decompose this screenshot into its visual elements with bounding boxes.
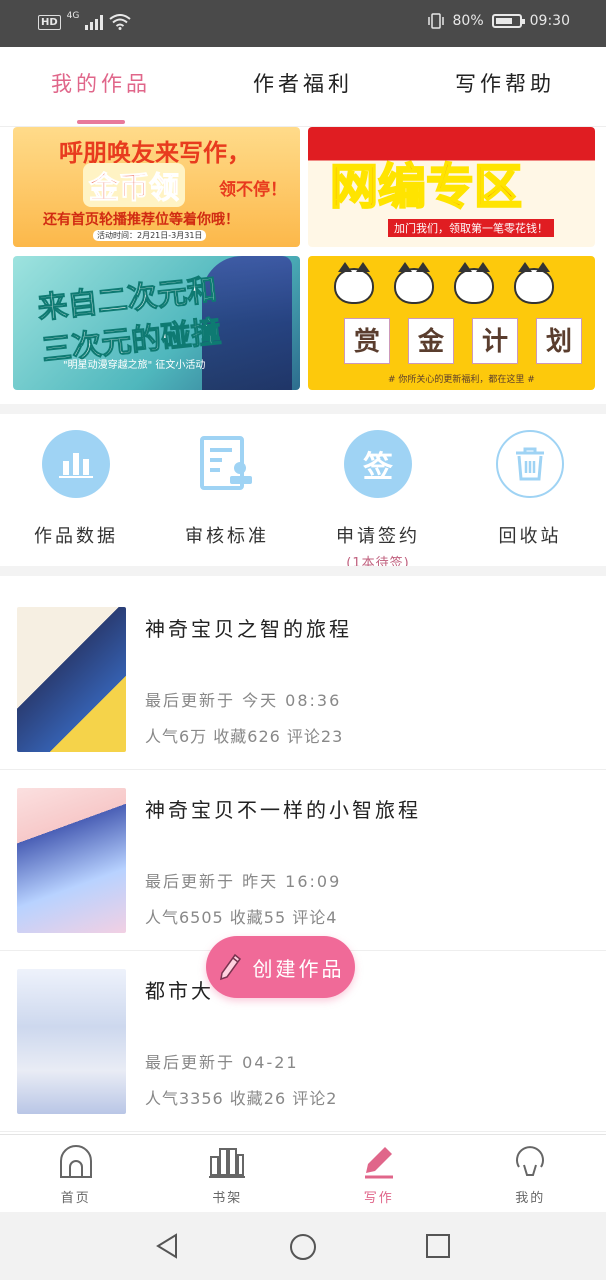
banner-text: 活动时间：2月21日-3月31日: [93, 230, 207, 241]
banner-text: 网编专区: [329, 158, 523, 216]
divider: [0, 404, 606, 414]
work-title: 神奇宝贝不一样的小智旅程: [145, 798, 421, 822]
work-stats: 人气6505 收藏55 评论4: [145, 908, 338, 927]
banner-text: # 你所关心的更新福利，都在这里 #: [388, 375, 535, 385]
action-apply-contract[interactable]: 签 申请签约 (1本待签): [318, 430, 438, 571]
banner-crossover-contest[interactable]: 来自二次元和 三次元的碰撞 "明星动漫穿越之旅" 征文小活动: [13, 256, 300, 390]
work-updated: 最后更新于 昨天 16:09: [145, 872, 342, 891]
recent-apps-icon[interactable]: [424, 1232, 452, 1264]
battery-icon: [491, 14, 525, 28]
trash-icon: [496, 430, 564, 498]
action-label: 作品数据: [34, 526, 118, 547]
action-label: 申请签约: [336, 526, 420, 547]
banner-invite-friends[interactable]: 呼朋唤友来写作， 金币领 领不停！ 还有首页轮播推荐位等着你哦！ 活动时间：2月…: [13, 127, 300, 247]
cat-icon: [454, 262, 494, 304]
banner-bounty-plan[interactable]: 赏 金 计 划 # 你所关心的更新福利，都在这里 #: [308, 256, 595, 390]
create-work-label: 创建作品: [252, 956, 345, 981]
banner-text: 领不停！: [219, 180, 287, 200]
create-work-button[interactable]: 创建作品: [206, 936, 355, 998]
clock: 09:30: [529, 13, 570, 29]
action-review-standards[interactable]: 审核标准: [167, 430, 287, 548]
banner-text: "明星动漫穿越之旅" 征文小活动: [63, 360, 206, 371]
nav-label: 首页: [60, 1191, 91, 1206]
sign-badge-icon: 签: [344, 430, 412, 498]
nav-label: 我的: [515, 1191, 546, 1206]
back-icon[interactable]: [154, 1232, 182, 1264]
nav-label: 书架: [212, 1191, 243, 1206]
cat-icon: [394, 262, 434, 304]
list-item[interactable]: 神奇宝贝不一样的小智旅程 最后更新于 昨天 16:09 人气6505 收藏55 …: [0, 770, 606, 951]
banner-text: 还有首页轮播推荐位等着你哦！: [43, 212, 239, 228]
hd-badge: HD: [38, 14, 61, 30]
top-tabs: 我的作品 作者福利 写作帮助: [0, 47, 606, 127]
banner-text: 划: [536, 318, 582, 364]
nav-label: 写作: [363, 1191, 394, 1206]
list-item[interactable]: 神奇宝贝之智的旅程 最后更新于 今天 08:36 人气6万 收藏626 评论23: [0, 589, 606, 770]
work-title: 神奇宝贝之智的旅程: [145, 617, 352, 641]
document-stamp-icon: [193, 430, 261, 498]
banner-text: 赏: [344, 318, 390, 364]
cat-icon: [514, 262, 554, 304]
bar-chart-icon: [42, 430, 110, 498]
pencil-icon: [219, 953, 241, 981]
vibrate-icon: [427, 13, 444, 29]
profile-icon: [516, 1146, 545, 1176]
home-circle-icon[interactable]: [288, 1232, 318, 1266]
nav-profile[interactable]: 我的: [455, 1135, 606, 1212]
work-updated: 最后更新于 04-21: [145, 1053, 299, 1072]
home-icon: [59, 1145, 92, 1178]
pencil-icon: [364, 1147, 393, 1179]
book-cover: [17, 607, 126, 752]
quick-actions: 作品数据 审核标准 签 申请签约 (1本待签) 回收站: [0, 414, 606, 571]
cat-icon: [334, 262, 374, 304]
status-bar: HD 4G 80% 09:30: [0, 0, 606, 47]
banner-text: 加门我们，领取第一笔零花钱！: [388, 219, 554, 237]
book-cover: [17, 788, 126, 933]
banner-text: 金: [408, 318, 454, 364]
banner-text: 金币领: [83, 163, 185, 207]
system-nav-bar: [0, 1212, 606, 1280]
nav-bookshelf[interactable]: 书架: [152, 1135, 304, 1212]
work-stats: 人气6万 收藏626 评论23: [145, 727, 344, 746]
signal-icon: [85, 14, 104, 30]
banner-editor-zone[interactable]: 网编专区 加门我们，领取第一笔零花钱！: [308, 127, 595, 247]
cat-illustrations: [334, 262, 554, 304]
action-work-data[interactable]: 作品数据: [16, 430, 136, 548]
tab-author-benefits[interactable]: 作者福利: [202, 47, 404, 126]
nav-write[interactable]: 写作: [303, 1135, 455, 1212]
tab-my-works[interactable]: 我的作品: [0, 47, 202, 126]
work-title: 都市大: [145, 979, 214, 1003]
tab-writing-help[interactable]: 写作帮助: [404, 47, 606, 126]
sign-glyph: 签: [363, 450, 393, 485]
bottom-nav: 首页 书架 写作 我的: [0, 1134, 606, 1212]
work-updated: 最后更新于 今天 08:36: [145, 691, 342, 710]
banner-text: 计: [472, 318, 518, 364]
nav-home[interactable]: 首页: [0, 1135, 152, 1212]
action-label: 审核标准: [185, 526, 269, 547]
battery-text: 80%: [452, 13, 484, 29]
work-stats: 人气3356 收藏26 评论2: [145, 1089, 338, 1108]
divider: [0, 566, 606, 576]
wifi-icon: [109, 14, 131, 30]
network-type: 4G: [66, 11, 80, 21]
action-label: 回收站: [498, 526, 562, 547]
action-recycle-bin[interactable]: 回收站: [470, 430, 590, 548]
book-cover: [17, 969, 126, 1114]
bookshelf-icon: [209, 1148, 246, 1178]
